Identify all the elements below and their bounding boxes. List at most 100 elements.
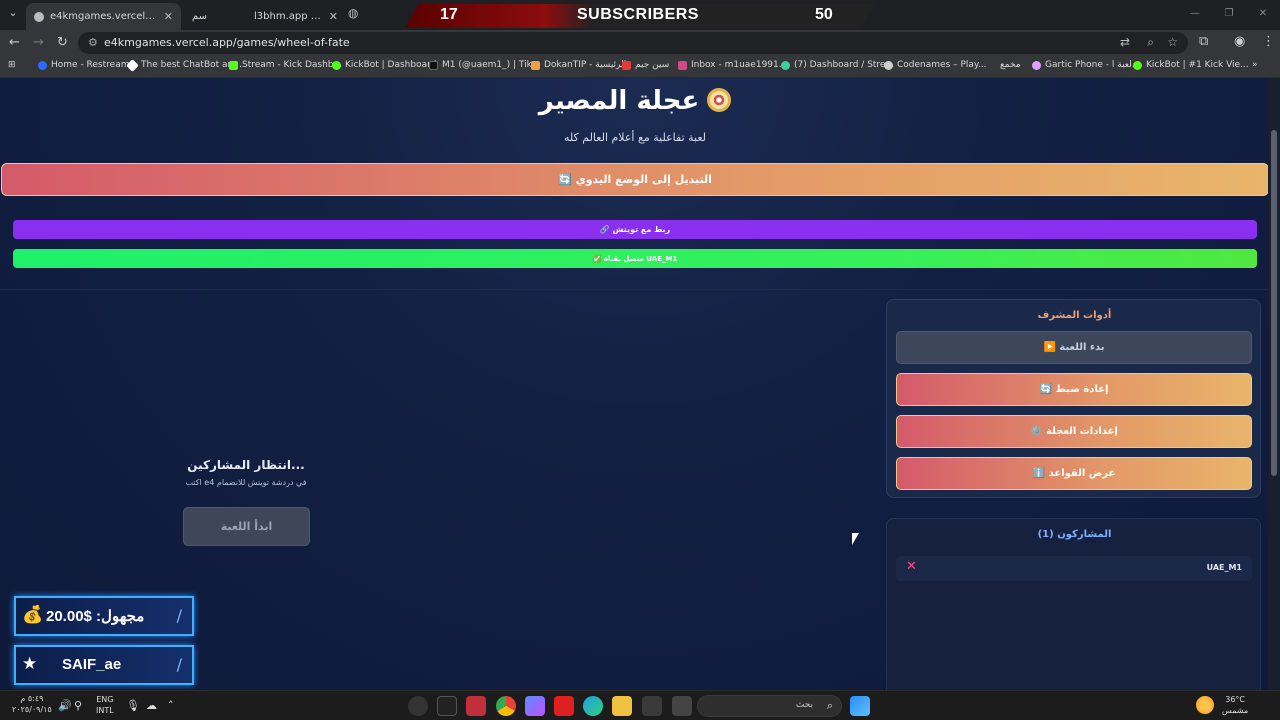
forward-icon[interactable]: → [33,35,44,50]
tab-wheel-of-fate[interactable]: e4kmgames.vercel.app/games/ ✕ [26,3,181,30]
bookmark-kickbot-viewers[interactable]: KickBot | #1 Kick Vie... [1133,60,1249,70]
windows-taskbar: ٥:٤٩ م ٢٠٢٥/٠٩/١٥ 🔊 ⚲ ENG INTL 🎙 ☁ ˄ بحث… [0,690,1280,720]
window-controls: — ❐ ✕ [1178,0,1280,28]
app-icon-1[interactable] [408,696,428,716]
section-divider [0,289,1270,290]
minimize-icon[interactable]: — [1178,0,1212,28]
decor-slash: / [176,606,182,625]
participant-name: UAE_M1 [1206,563,1242,572]
game-page: عجلة المصير لعبة تفاعلية مع أعلام العالم… [0,78,1280,690]
close-tab-icon[interactable]: ✕ [164,10,173,23]
connection-status-bar: ✅ متصل بقناة UAE_M1 [13,249,1257,268]
reload-icon[interactable]: ↻ [57,35,68,50]
zoom-icon[interactable]: ⌕ [1147,35,1154,50]
tab-l3bhm[interactable]: l3bhm.app | لعبهم ✕ [246,3,346,30]
bookmark-restream[interactable]: Home - Restream [38,60,129,70]
browser-toolbar: ← → ↻ ⚙ e4kmgames.vercel.app/games/wheel… [0,30,1280,56]
sunny-weather-icon [1196,696,1214,714]
admin-show-rules-button[interactable]: ℹ️ عرض القواعد [896,457,1252,490]
bookmark-chatbot[interactable]: The best ChatBot an... [126,58,242,72]
bookmark-dokantip[interactable]: DokanTIP - الرئيسية [531,60,626,70]
globe-tab-icon[interactable]: ◍ [348,6,358,20]
copilot-icon[interactable] [525,696,545,716]
bookmarks-bar: ⊞ Home - Restream The best ChatBot an...… [0,56,1280,78]
bookmark-mkhma[interactable]: مخمع [987,60,1021,70]
app-icon-3[interactable] [466,696,486,716]
bookmark-codenames[interactable]: Codenames – Play... [884,60,987,70]
chrome-icon[interactable] [496,696,516,716]
tray-chevron-icon[interactable]: ˄ [168,699,174,712]
bookmark-tiktok[interactable]: M1 (@uaem1_) | Tik... [429,60,540,70]
network-icon[interactable]: ⚲ [74,699,82,712]
admin-wheel-settings-button[interactable]: ⚙️ إعدادات العجلة [896,415,1252,448]
ferris-wheel-icon [707,88,732,112]
language-indicator[interactable]: ENG INTL [96,694,114,716]
bookmark-inbox[interactable]: Inbox - m1uae1991... [678,60,787,70]
search-icon: ⌕ [826,699,833,712]
weather-widget[interactable]: 36°C مشمس [1222,694,1248,716]
microphone-icon[interactable]: 🎙 [126,699,140,712]
donation-text: مجهول: $20.00 [46,608,145,625]
follower-overlay: ★ SAIF_ae / [14,645,194,685]
bookmark-gartic-phone[interactable]: Gartic Phone - لعبة ا... [1032,60,1140,70]
money-bag-icon: 💰 [22,605,44,625]
close-tab-icon[interactable]: ✕ [329,10,338,23]
participants-panel: المشاركون (1) UAE_M1 ✕ [886,518,1261,690]
admin-start-game-button[interactable]: ▶️ بدء اللعبة [896,331,1252,364]
bookmark-kickbot[interactable]: KickBot | Dashboard [332,60,436,70]
maximize-icon[interactable]: ❐ [1212,0,1246,28]
follower-name: SAIF_ae [62,656,122,673]
bookmark-dashboard-stream[interactable]: (7) Dashboard / Stre... [781,60,894,70]
page-scrollbar[interactable] [1268,78,1280,690]
onedrive-icon[interactable]: ☁ [146,699,157,712]
volume-icon[interactable]: 🔊 [58,699,72,712]
file-explorer-icon[interactable] [612,696,632,716]
address-bar[interactable]: ⚙ e4kmgames.vercel.app/games/wheel-of-fa… [78,32,1188,54]
profile-avatar-icon[interactable]: ◉ [1234,34,1245,49]
remove-participant-icon[interactable]: ✕ [906,559,917,574]
donation-overlay: 💰 مجهول: $20.00 / [14,596,194,636]
bookmark-star-icon[interactable]: ☆ [1167,35,1178,49]
extensions-icon[interactable]: ⧉ [1199,34,1208,49]
admin-tools-panel: أدوات المشرف ▶️ بدء اللعبة 🔄 إعادة ضبط ⚙… [886,299,1261,498]
sub-count: 17 [440,6,458,23]
sub-label: SUBSCRIBERS [577,6,699,23]
globe-icon [34,11,44,22]
edge-icon[interactable] [583,696,603,716]
bookmark-kick-dashboard[interactable]: Stream - Kick Dashb... [229,60,342,70]
page-subtitle: لعبة تفاعلية مع أعلام العالم كله [563,131,706,144]
admin-reset-button[interactable]: 🔄 إعادة ضبط [896,373,1252,406]
back-icon[interactable]: ← [9,35,20,50]
participants-title: المشاركون (1) [1037,529,1112,540]
browser-tab-bar: ⌄ e4kmgames.vercel.app/games/ ✕ سم l3bhm… [0,0,1280,30]
windows-start-icon[interactable] [850,696,870,716]
apps-grid-icon[interactable]: ⊞ [8,60,16,70]
decor-slash: / [176,655,182,674]
connect-twitch-button[interactable]: 🔗 ربط مع تويتش [13,220,1257,239]
app-icon-window[interactable] [672,696,692,716]
tab-search-icon[interactable]: ⌄ [4,4,22,22]
site-info-icon[interactable]: ⚙ [88,36,98,49]
clock[interactable]: ٥:٤٩ م ٢٠٢٥/٠٩/١٥ [12,693,52,715]
youtube-icon[interactable] [554,696,574,716]
bookmarks-more-icon[interactable]: » [1252,60,1258,70]
taskbar-search[interactable]: بحث ⌕ [697,695,842,717]
mouse-cursor [852,533,859,545]
switch-manual-mode-button[interactable]: 🔄 التبديل إلى الوضع اليدوي [1,163,1269,196]
page-title: عجلة المصير [0,86,1270,116]
close-window-icon[interactable]: ✕ [1246,0,1280,28]
waiting-hint: اكتب e4 في دردشة تويتش للانضمام [185,478,307,487]
scrollbar-thumb[interactable] [1271,130,1277,476]
app-icon-2[interactable] [437,696,457,716]
star-icon: ★ [22,654,38,674]
url-text: e4kmgames.vercel.app/games/wheel-of-fate [104,36,350,49]
menu-dots-icon[interactable]: ⋮ [1262,34,1275,49]
admin-tools-title: أدوات المشرف [1037,310,1112,321]
waiting-title: انتظار المشاركين... [187,458,305,472]
store-icon[interactable] [642,696,662,716]
bookmark-seen-jeem[interactable]: سين جيم [622,60,669,70]
sub-goal: 50 [815,6,833,23]
start-game-button[interactable]: ابدأ اللعبة [183,507,310,546]
participant-row: UAE_M1 ✕ [896,556,1252,581]
translate-icon[interactable]: ⇄ [1120,35,1130,49]
